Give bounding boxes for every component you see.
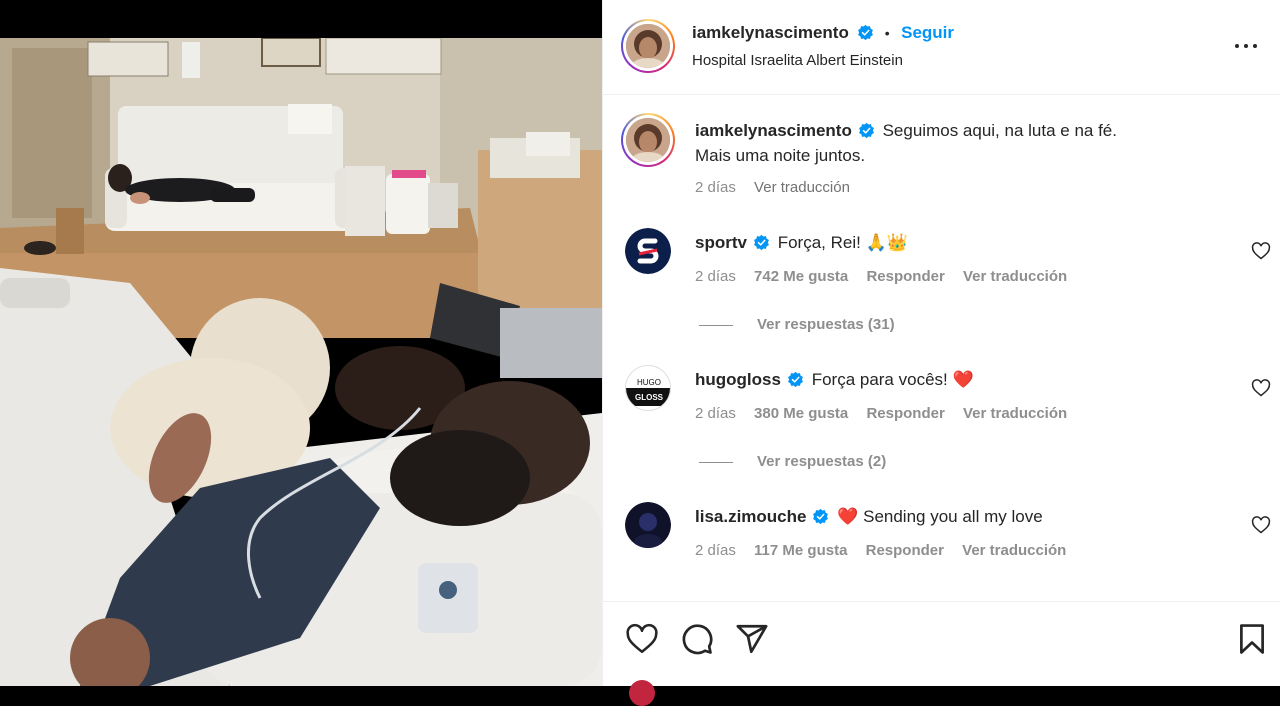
heart-icon[interactable]	[625, 622, 659, 656]
author-username[interactable]: iamkelynascimento	[692, 23, 849, 42]
caption-meta: 2 días Ver traducción	[695, 179, 864, 196]
post-photo[interactable]	[0, 0, 602, 686]
view-replies-sportv[interactable]: Ver respuestas (31)	[699, 316, 895, 333]
post-location[interactable]: Hospital Israelita Albert Einstein	[692, 52, 903, 69]
reply-button[interactable]: Responder	[866, 542, 944, 559]
view-replies-label: Ver respuestas (2)	[757, 453, 887, 470]
comment-avatar-lisa-zimouche[interactable]	[625, 502, 671, 548]
caption-author-avatar[interactable]	[621, 113, 675, 167]
hugogloss-avatar-text-top: HUGO	[637, 378, 661, 387]
reply-button[interactable]: Responder	[866, 405, 944, 422]
comment-avatar-sportv[interactable]	[625, 228, 671, 274]
header-separator: •	[884, 25, 890, 41]
caption-username[interactable]: iamkelynascimento	[695, 121, 852, 140]
comment-like-heart-icon[interactable]	[1251, 241, 1271, 261]
hospital-photo-image	[0, 38, 602, 686]
comment-text: ❤️ Sending you all my love	[837, 507, 1043, 526]
header-name-row: iamkelynascimento • Seguir	[692, 23, 954, 43]
comment-username[interactable]: hugogloss	[695, 370, 781, 389]
caption-translate-link[interactable]: Ver traducción	[754, 179, 850, 196]
more-options-icon[interactable]	[1235, 35, 1261, 55]
comment-lisa-zimouche: lisa.zimouche ❤️ Sending you all my love	[695, 504, 1221, 529]
follow-button[interactable]: Seguir	[901, 23, 954, 42]
comment-meta: 2 días 742 Me gusta Responder Ver traduc…	[695, 268, 1081, 285]
comments-list[interactable]: iamkelynascimento Seguimos aqui, na luta…	[603, 96, 1280, 601]
comment-likes[interactable]: 380 Me gusta	[754, 405, 848, 422]
post-header: iamkelynascimento • Seguir Hospital Isra…	[603, 0, 1280, 95]
comment-avatar-hugogloss[interactable]: HUGO GLOSS	[625, 365, 671, 411]
comment-like-heart-icon[interactable]	[1251, 515, 1271, 535]
post-details-panel: iamkelynascimento • Seguir Hospital Isra…	[602, 0, 1280, 706]
verified-badge-icon	[813, 508, 829, 525]
verified-badge-icon	[788, 371, 803, 388]
comment-likes[interactable]: 742 Me gusta	[754, 268, 848, 285]
reply-button[interactable]: Responder	[866, 268, 944, 285]
caption-text-line2: Mais uma noite juntos.	[695, 146, 866, 165]
comment-time[interactable]: 2 días	[695, 405, 736, 422]
verified-badge-icon	[858, 24, 874, 41]
comment-time[interactable]: 2 días	[695, 268, 736, 285]
translate-link[interactable]: Ver traducción	[962, 542, 1066, 559]
view-replies-hugogloss[interactable]: Ver respuestas (2)	[699, 453, 886, 470]
comment-username[interactable]: sportv	[695, 233, 747, 252]
verified-badge-icon	[754, 234, 769, 251]
hugogloss-avatar-text-bottom: GLOSS	[635, 393, 664, 402]
comment-like-heart-icon[interactable]	[1251, 378, 1271, 398]
comment-text: Força para vocês! ❤️	[811, 370, 974, 389]
verified-badge-icon	[858, 122, 874, 139]
replies-line	[699, 461, 733, 463]
caption-text-line1: Seguimos aqui, na luta e na fé.	[882, 121, 1117, 140]
translate-link[interactable]: Ver traducción	[963, 268, 1067, 285]
comment-icon[interactable]	[680, 622, 714, 656]
caption: iamkelynascimento Seguimos aqui, na luta…	[695, 118, 1221, 168]
translate-link[interactable]: Ver traducción	[963, 405, 1067, 422]
comment-username[interactable]: lisa.zimouche	[695, 507, 806, 526]
comment-time[interactable]: 2 días	[695, 542, 736, 559]
bookmark-icon[interactable]	[1235, 622, 1269, 656]
author-avatar[interactable]	[621, 19, 675, 73]
comment-hugogloss: hugogloss Força para vocês! ❤️	[695, 367, 1221, 392]
comment-meta: 2 días 117 Me gusta Responder Ver traduc…	[695, 542, 1080, 559]
view-replies-label: Ver respuestas (31)	[757, 316, 895, 333]
post-action-bar	[603, 601, 1280, 706]
comment-likes[interactable]: 117 Me gusta	[754, 542, 847, 559]
liked-by-avatar-partial	[629, 680, 655, 706]
share-icon[interactable]	[735, 622, 769, 656]
replies-line	[699, 324, 733, 326]
comment-text: Força, Rei! 🙏👑	[777, 233, 908, 252]
comment-sportv: sportv Força, Rei! 🙏👑	[695, 230, 1221, 255]
comment-meta: 2 días 380 Me gusta Responder Ver traduc…	[695, 405, 1081, 422]
caption-time[interactable]: 2 días	[695, 179, 736, 196]
